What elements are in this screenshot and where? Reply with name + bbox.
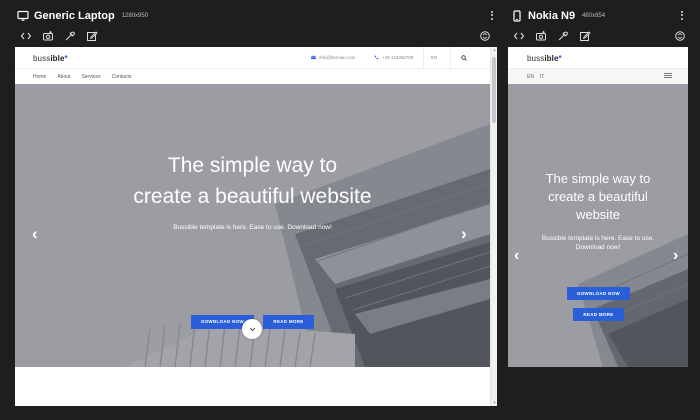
nav-contacts[interactable]: Contacts: [112, 74, 132, 80]
divider: [423, 47, 424, 69]
site-logo[interactable]: bussible*: [527, 54, 562, 63]
mail-icon: [311, 55, 316, 60]
mobile-hero-subtitle-line1: Bussible template is here. Ease to use.: [541, 235, 655, 242]
hero-subtitle: Bussible template is here. Ease to use. …: [173, 224, 332, 231]
search-icon[interactable]: [461, 55, 467, 61]
mobile-toolbar: [512, 29, 591, 42]
code-icon[interactable]: [512, 29, 525, 42]
device-name: Nokia N9: [528, 9, 576, 22]
kebab-menu-icon[interactable]: [488, 9, 496, 21]
laptop-scrollbar[interactable]: ▲ ▼: [490, 47, 497, 406]
site-nav: Home About Services Contacts: [15, 69, 490, 84]
chevron-down-icon: [249, 327, 255, 331]
mobile-hero-section: The simple way to create a beautiful web…: [508, 84, 688, 367]
carousel-prev-button[interactable]: ‹: [32, 224, 38, 244]
carousel-next-button[interactable]: ›: [673, 247, 678, 265]
site-logo[interactable]: bussible*: [33, 54, 68, 63]
nav-services[interactable]: Services: [81, 74, 100, 80]
mobile-hero-subtitle-line2: Download now!: [575, 244, 621, 251]
divider: [450, 47, 451, 69]
laptop-panel-header: Generic Laptop 1280x950: [16, 9, 148, 22]
eyedropper-icon[interactable]: [556, 29, 569, 42]
laptop-viewport: bussible* info@domain.com +39 123456789 …: [15, 47, 497, 406]
code-icon[interactable]: [19, 29, 32, 42]
lang-en[interactable]: EN: [527, 74, 534, 80]
hero-overlay: [508, 84, 688, 367]
hamburger-icon[interactable]: [664, 73, 672, 79]
carousel-prev-button[interactable]: ‹: [514, 247, 519, 265]
email-contact[interactable]: info@domain.com: [311, 55, 355, 60]
edit-icon[interactable]: [578, 29, 591, 42]
scroll-down-button[interactable]: [242, 319, 262, 339]
scrollbar-thumb[interactable]: [492, 57, 496, 123]
device-size: 1280x950: [121, 12, 149, 19]
read-more-button[interactable]: READ MORE: [573, 308, 624, 321]
kebab-menu-icon[interactable]: [678, 9, 686, 21]
eyedropper-icon[interactable]: [63, 29, 76, 42]
mobile-hero-title-line1: The simple way to: [545, 171, 651, 186]
nav-home[interactable]: Home: [33, 74, 46, 80]
language-switch[interactable]: EN: [431, 55, 437, 60]
monitor-icon: [16, 9, 29, 22]
phone-call-icon: [374, 55, 379, 60]
mobile-panel-header: Nokia N9 480x854: [510, 9, 605, 22]
camera-icon[interactable]: [41, 29, 54, 42]
laptop-toolbar: [19, 29, 98, 42]
mobile-topbar: bussible*: [508, 47, 688, 69]
edit-icon[interactable]: [85, 29, 98, 42]
hero-title-line2: create a beautiful website: [133, 185, 372, 208]
site-topbar: bussible* info@domain.com +39 123456789 …: [15, 47, 490, 69]
download-now-button[interactable]: DOWNLOAD NOW: [567, 287, 630, 300]
phone-icon: [510, 9, 523, 22]
carousel-next-button[interactable]: ›: [461, 224, 467, 244]
device-name: Generic Laptop: [34, 9, 115, 22]
mobile-language-bar: EN IT: [508, 69, 688, 84]
mobile-hero-title-line3: website: [575, 207, 621, 222]
camera-icon[interactable]: [534, 29, 547, 42]
mobile-viewport: bussible* EN IT The simple way to create…: [508, 47, 688, 367]
rotate-icon[interactable]: [479, 29, 492, 42]
nav-about[interactable]: About: [57, 74, 70, 80]
hero-title-line1: The simple way to: [167, 154, 338, 177]
mobile-hero-title-line2: create a beautiful: [548, 189, 648, 204]
device-size: 480x854: [582, 12, 606, 19]
phone-contact[interactable]: +39 123456789: [374, 55, 413, 60]
lang-it[interactable]: IT: [540, 74, 544, 80]
rotate-icon[interactable]: [674, 29, 687, 42]
read-more-button[interactable]: READ MORE: [263, 315, 314, 329]
